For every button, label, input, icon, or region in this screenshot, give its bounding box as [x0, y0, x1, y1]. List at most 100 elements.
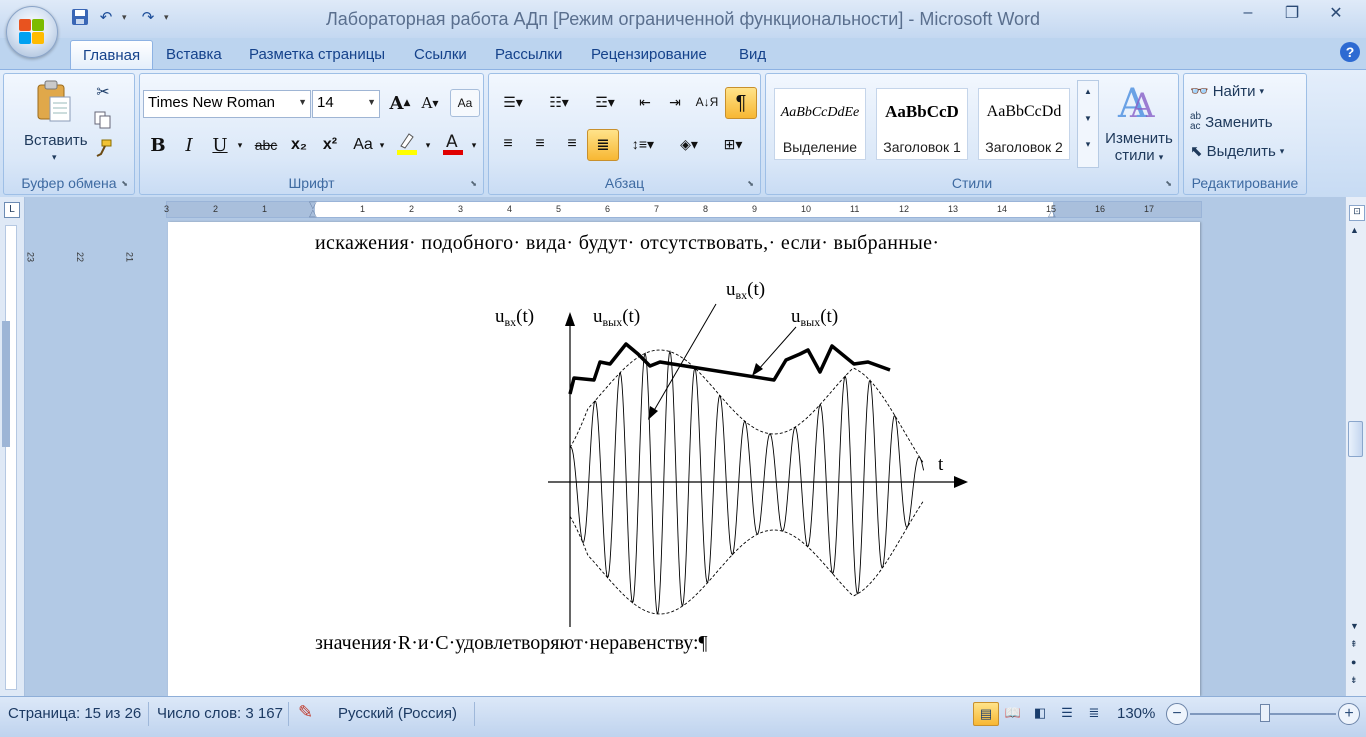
tab-selector-icon[interactable]: L — [4, 202, 20, 218]
paste-icon[interactable] — [32, 78, 76, 126]
status-word-count[interactable]: Число слов: 3 167 — [157, 705, 283, 722]
change-case-button[interactable]: Aa — [347, 132, 379, 158]
previous-page-icon[interactable]: ⇞ — [1350, 639, 1358, 650]
bullets-icon[interactable]: ☰▾ — [493, 89, 533, 115]
font-size-dropdown-icon[interactable]: ▼ — [367, 97, 376, 107]
styles-launcher-icon[interactable]: ⬊ — [1165, 179, 1172, 188]
draft-view-icon[interactable]: ≣ — [1082, 702, 1106, 724]
styles-scroll-up-icon[interactable]: ▲ — [1078, 87, 1098, 96]
align-right-icon[interactable]: ≡ — [557, 131, 587, 157]
vertical-ruler-handle[interactable] — [2, 321, 10, 447]
decrease-indent-icon[interactable]: ⇤ — [631, 89, 659, 115]
tab-home[interactable]: Главная — [70, 40, 154, 70]
zoom-out-icon[interactable]: − — [1166, 703, 1188, 725]
find-dropdown-icon[interactable]: ▾ — [1260, 86, 1265, 97]
office-button[interactable] — [6, 6, 58, 58]
underline-dropdown-icon[interactable]: ▾ — [234, 132, 246, 158]
clipboard-launcher-icon[interactable]: ⬊ — [121, 179, 128, 188]
scroll-up-icon[interactable]: ▲ — [1350, 225, 1359, 235]
scroll-thumb[interactable] — [1348, 421, 1363, 457]
change-styles-button[interactable]: Изменить стили ▾ — [1102, 130, 1176, 164]
zoom-in-icon[interactable]: + — [1338, 703, 1360, 725]
shading-icon[interactable]: ◈▾ — [669, 131, 709, 157]
increase-indent-icon[interactable]: ⇥ — [661, 89, 689, 115]
justify-icon[interactable]: ≣ — [587, 129, 619, 161]
tab-mailings[interactable]: Рассылки — [495, 46, 562, 63]
grow-font-icon[interactable]: A ▲ — [386, 90, 414, 116]
print-layout-icon[interactable]: ▤ — [973, 702, 999, 726]
borders-icon[interactable]: ⊞▾ — [713, 131, 753, 157]
highlight-dropdown-icon[interactable]: ▾ — [422, 132, 434, 158]
full-screen-reading-icon[interactable]: 📖 — [1001, 702, 1025, 724]
shrink-font-icon[interactable]: A ▼ — [416, 90, 444, 116]
paste-dropdown-icon[interactable]: ▾ — [52, 152, 57, 163]
underline-button[interactable]: U — [206, 132, 234, 158]
font-launcher-icon[interactable]: ⬊ — [470, 179, 477, 188]
maximize-button[interactable]: ❐ — [1270, 2, 1314, 24]
tab-insert[interactable]: Вставка — [166, 46, 222, 63]
paste-button[interactable]: Вставить — [24, 132, 88, 149]
styles-scroll-down-icon[interactable]: ▼ — [1078, 114, 1098, 123]
change-styles-dropdown-icon[interactable]: ▾ — [1159, 152, 1164, 162]
select-browse-object-icon[interactable]: ● — [1351, 657, 1356, 667]
style-heading1[interactable]: AaBbCcD Заголовок 1 — [876, 88, 968, 160]
multilevel-list-icon[interactable]: ☲▾ — [585, 89, 625, 115]
format-painter-icon[interactable] — [92, 138, 114, 158]
next-page-icon[interactable]: ⇟ — [1350, 675, 1358, 686]
font-name-combo[interactable]: Times New Roman ▼ — [143, 90, 311, 118]
document-page[interactable]: искажения· подобного· вида· будут· отсут… — [168, 222, 1200, 696]
web-layout-icon[interactable]: ◧ — [1028, 702, 1052, 724]
zoom-slider-thumb[interactable] — [1260, 704, 1270, 722]
vertical-scrollbar[interactable]: ⊡ ▲ ▼ ⇞ ● ⇟ — [1345, 197, 1366, 696]
style-emphasis[interactable]: AaBbCcDdEe Выделение — [774, 88, 866, 160]
replace-button[interactable]: ab ac Заменить — [1190, 112, 1273, 132]
change-case-dropdown-icon[interactable]: ▾ — [376, 132, 388, 158]
clear-formatting-icon[interactable]: Aa — [450, 89, 480, 117]
bold-button[interactable]: B — [144, 132, 172, 158]
tab-view[interactable]: Вид — [739, 46, 766, 63]
status-language[interactable]: Русский (Россия) — [338, 705, 457, 722]
help-icon[interactable]: ? — [1340, 42, 1360, 62]
tab-references[interactable]: Ссылки — [414, 46, 467, 63]
italic-button[interactable]: I — [175, 132, 203, 158]
proofing-icon[interactable]: ✎ — [298, 702, 313, 723]
paragraph-launcher-icon[interactable]: ⬊ — [747, 179, 754, 188]
style-heading2[interactable]: AaBbCcDd Заголовок 2 — [978, 88, 1070, 160]
font-color-icon[interactable]: A — [438, 130, 468, 156]
align-center-icon[interactable]: ≡ — [525, 131, 555, 157]
sort-icon[interactable]: A↓Я — [693, 89, 721, 115]
left-indent-marker-icon[interactable]: △ — [309, 208, 317, 219]
style-emphasis-sample: AaBbCcDdEe — [780, 105, 860, 120]
highlight-color-swatch — [397, 150, 417, 155]
font-color-dropdown-icon[interactable]: ▾ — [468, 132, 480, 158]
tab-page-layout[interactable]: Разметка страницы — [249, 46, 385, 63]
view-ruler-icon[interactable]: ⊡ — [1349, 205, 1365, 221]
strikethrough-button[interactable]: abc — [250, 132, 282, 158]
find-button[interactable]: 👓 Найти ▾ — [1190, 82, 1265, 101]
vertical-ruler-strip — [5, 225, 17, 690]
align-left-icon[interactable]: ≡ — [493, 131, 523, 157]
subscript-button[interactable]: x₂ — [285, 132, 313, 158]
close-button[interactable]: ✕ — [1314, 2, 1358, 24]
styles-more-icon[interactable]: ▾ — [1078, 139, 1098, 150]
font-size-combo[interactable]: 14 ▼ — [312, 90, 380, 118]
show-formatting-button[interactable]: ¶ — [725, 87, 757, 119]
copy-icon[interactable] — [92, 110, 114, 130]
line-spacing-icon[interactable]: ↕≡▾ — [623, 131, 663, 157]
tab-review[interactable]: Рецензирование — [591, 46, 707, 63]
minimize-button[interactable]: – — [1226, 2, 1270, 24]
select-button[interactable]: ⬉ Выделить ▾ — [1190, 142, 1285, 161]
superscript-button[interactable]: x² — [316, 132, 344, 158]
outline-view-icon[interactable]: ☰ — [1055, 702, 1079, 724]
status-page[interactable]: Страница: 15 из 26 — [8, 705, 141, 722]
cut-icon[interactable]: ✂ — [92, 82, 114, 102]
change-styles-icon[interactable]: AA — [1116, 78, 1160, 124]
font-name-dropdown-icon[interactable]: ▼ — [298, 97, 307, 107]
select-dropdown-icon[interactable]: ▾ — [1280, 146, 1285, 157]
hruler-number: 8 — [703, 204, 709, 214]
numbering-icon[interactable]: ☷▾ — [539, 89, 579, 115]
right-indent-marker-icon[interactable]: △ — [1048, 208, 1056, 219]
zoom-level[interactable]: 130% — [1117, 705, 1155, 722]
scroll-down-icon[interactable]: ▼ — [1350, 621, 1359, 631]
highlight-icon[interactable] — [392, 130, 422, 156]
